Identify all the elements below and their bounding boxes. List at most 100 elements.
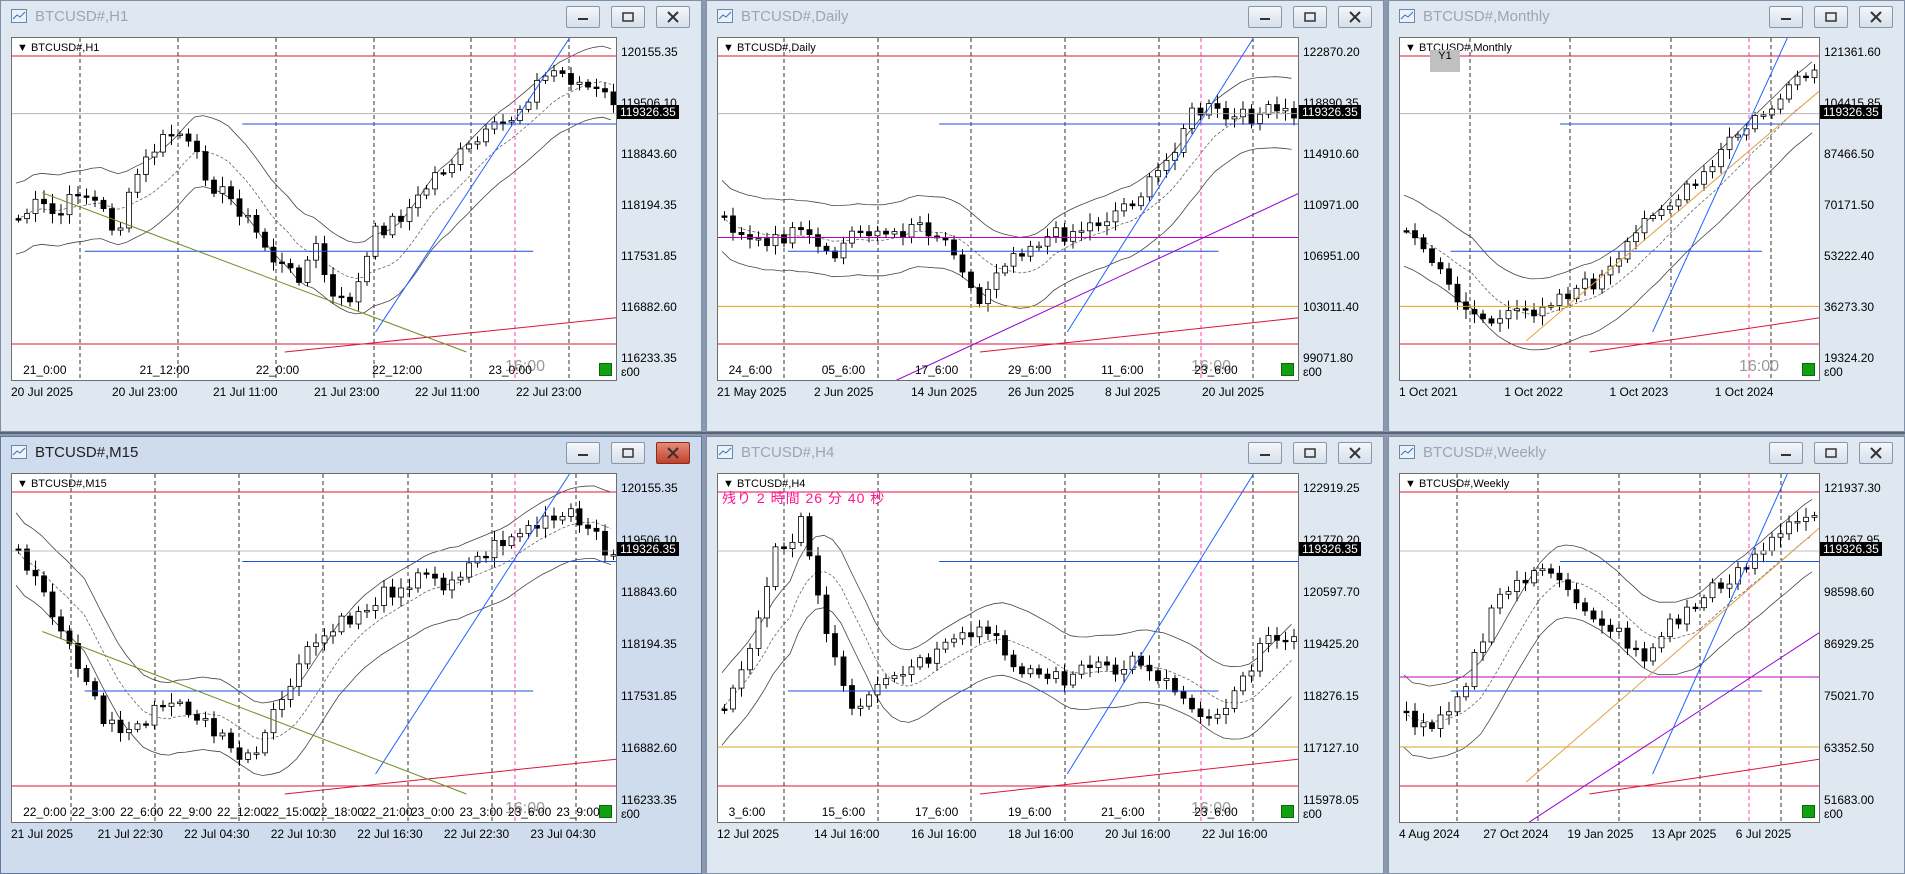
maximize-button[interactable] xyxy=(1293,6,1327,28)
time-axis[interactable]: 20 Jul 2025 20 Jul 23:00 21 Jul 11:00 21 Ju… xyxy=(11,385,677,401)
collapse-triangle-icon[interactable]: ▼ xyxy=(17,478,31,490)
time-axis[interactable]: 21 Jul 2025 21 Jul 22:30 22 Jul 04:30 22 Ju… xyxy=(11,827,677,843)
price-chart[interactable]: ▼ BTCUSD#,M15 16:00 xyxy=(11,473,617,823)
candle xyxy=(585,524,591,529)
window-titlebar[interactable]: BTCUSD#,H1 xyxy=(1,1,701,31)
date-tick: 22 Jul 16:30 xyxy=(357,827,423,841)
chart-window[interactable]: BTCUSD#,H4 ▼ BTCUSD#,H4 残り 2 時間 26 分 40 秒1… xyxy=(706,436,1384,874)
candle xyxy=(747,234,753,240)
candle xyxy=(508,536,515,547)
maximize-button[interactable] xyxy=(611,442,645,464)
candle xyxy=(134,173,141,193)
candle xyxy=(942,641,949,650)
candle xyxy=(1274,104,1280,112)
date-tick: 22 Jul 11:00 xyxy=(415,385,480,399)
candle xyxy=(1420,237,1427,250)
collapse-triangle-icon[interactable]: ▼ xyxy=(1405,42,1419,54)
price-tick: 87466.50 xyxy=(1824,147,1875,161)
maximize-button[interactable] xyxy=(611,6,645,28)
minimize-button[interactable] xyxy=(1248,442,1282,464)
candle xyxy=(1488,607,1495,643)
window-titlebar[interactable]: BTCUSD#,Daily xyxy=(707,1,1383,31)
price-tick: 121937.30 xyxy=(1824,481,1881,495)
price-axis[interactable]: 120155.35 119506.10 118843.60 118194.35 1175… xyxy=(617,37,699,381)
close-icon xyxy=(1870,447,1882,459)
minimize-button[interactable] xyxy=(1769,6,1803,28)
window-titlebar[interactable]: BTCUSD#,H4 xyxy=(707,437,1383,467)
window-titlebar[interactable]: BTCUSD#,Weekly xyxy=(1389,437,1904,467)
period-badge-box[interactable]: Y1 xyxy=(1430,50,1460,72)
candle xyxy=(1112,210,1119,223)
maximize-button[interactable] xyxy=(1814,6,1848,28)
close-icon xyxy=(667,11,679,23)
trend-line xyxy=(1066,474,1254,775)
minimize-button[interactable] xyxy=(1769,442,1803,464)
candle xyxy=(755,238,762,241)
price-chart[interactable]: ▼ BTCUSD#,Weekly xyxy=(1399,473,1820,823)
minimize-button[interactable] xyxy=(566,442,600,464)
close-icon xyxy=(1349,11,1361,23)
window-title: BTCUSD#,H1 xyxy=(35,8,129,25)
candle xyxy=(925,657,932,664)
candle xyxy=(279,261,285,264)
period-badge[interactable]: Y1 xyxy=(1438,50,1451,62)
candle xyxy=(1053,227,1059,238)
collapse-triangle-icon[interactable]: ▼ xyxy=(723,42,737,54)
candle xyxy=(1087,664,1093,668)
candle xyxy=(1291,107,1297,119)
price-chart[interactable]: ▼ BTCUSD#,H1 16:00 xyxy=(11,37,617,381)
time-axis[interactable]: 4 Aug 2024 27 Oct 2024 19 Jan 2025 13 Apr 2… xyxy=(1399,827,1880,843)
close-button[interactable] xyxy=(656,442,690,464)
price-chart[interactable]: ▼ BTCUSD#,H4 残り 2 時間 26 分 40 秒 16:00 xyxy=(717,473,1299,823)
price-tick: 110971.00 xyxy=(1303,198,1359,212)
close-button[interactable] xyxy=(1859,442,1893,464)
candle xyxy=(474,141,481,145)
time-tick: 22_12:00 xyxy=(372,363,423,377)
close-button[interactable] xyxy=(1338,442,1372,464)
maximize-button[interactable] xyxy=(1814,442,1848,464)
trend-line xyxy=(1066,38,1254,333)
time-tick: 11_6:00 xyxy=(1101,363,1144,377)
date-tick: 20 Jul 23:00 xyxy=(112,385,178,399)
candle xyxy=(1036,668,1042,675)
close-button[interactable] xyxy=(1859,6,1893,28)
window-titlebar[interactable]: BTCUSD#,Monthly xyxy=(1389,1,1904,31)
time-tick: 05_6:00 xyxy=(821,363,866,377)
price-chart[interactable]: ▼ BTCUSD#,Monthly Y1 16:00 xyxy=(1399,37,1820,381)
chart-window[interactable]: BTCUSD#,Monthly ▼ BTCUSD#,Monthly Y1 16:00 1… xyxy=(1388,0,1905,432)
price-axis[interactable]: 122919.25 121770.20 120597.70 119425.20 1182… xyxy=(1299,473,1381,823)
date-tick: 21 Jul 11:00 xyxy=(213,385,278,399)
candle xyxy=(908,224,915,238)
maximize-icon xyxy=(1304,12,1316,22)
time-axis[interactable]: 12 Jul 2025 14 Jul 16:00 16 Jul 16:00 18 Ju… xyxy=(717,827,1359,843)
minimize-button[interactable] xyxy=(566,6,600,28)
candle xyxy=(1291,636,1297,642)
chart-window[interactable]: BTCUSD#,Weekly ▼ BTCUSD#,Weekly 121937.30 1… xyxy=(1388,436,1905,874)
candle xyxy=(1180,691,1187,699)
candle xyxy=(1692,606,1699,610)
axis-scale-label: ɛ00 xyxy=(1824,365,1843,379)
maximize-button[interactable] xyxy=(1293,442,1327,464)
price-chart[interactable]: ▼ BTCUSD#,Daily 16:00 xyxy=(717,37,1299,381)
collapse-triangle-icon[interactable]: ▼ xyxy=(17,42,31,54)
price-axis[interactable]: 121361.60 104415.85 87466.50 70171.50 53222.… xyxy=(1820,37,1902,381)
price-axis[interactable]: 120155.35 119506.10 118843.60 118194.35 1175… xyxy=(617,473,699,823)
close-button[interactable] xyxy=(656,6,690,28)
minimize-button[interactable] xyxy=(1248,6,1282,28)
candle xyxy=(1240,108,1246,118)
axis-scale-label: ɛ00 xyxy=(1303,807,1322,821)
candle xyxy=(143,723,149,726)
window-titlebar[interactable]: BTCUSD#,M15 xyxy=(1,437,701,467)
collapse-triangle-icon[interactable]: ▼ xyxy=(1405,478,1419,490)
chart-window[interactable]: BTCUSD#,H1 ▼ BTCUSD#,H1 16:00 120155.35 1195… xyxy=(0,0,702,432)
chart-window[interactable]: BTCUSD#,Daily ▼ BTCUSD#,Daily 16:00 122870.… xyxy=(706,0,1384,432)
chart-window[interactable]: BTCUSD#,M15 ▼ BTCUSD#,M15 16:00 120155.35 11… xyxy=(0,436,702,874)
time-axis[interactable]: 21 May 2025 2 Jun 2025 14 Jun 2025 26 Jun 2… xyxy=(717,385,1359,401)
chart-symbol-text: BTCUSD#,H1 xyxy=(30,42,100,54)
price-axis[interactable]: 121937.30 110267.95 98598.60 86929.25 75021.… xyxy=(1820,473,1902,823)
close-button[interactable] xyxy=(1338,6,1372,28)
band-line xyxy=(15,485,612,704)
date-tick: 22 Jul 23:00 xyxy=(516,385,582,399)
time-axis[interactable]: 1 Oct 2021 1 Oct 2022 1 Oct 2023 1 Oct 2024 xyxy=(1399,385,1880,401)
price-axis[interactable]: 122870.20 118890.35 114910.60 110971.00 1069… xyxy=(1299,37,1381,381)
